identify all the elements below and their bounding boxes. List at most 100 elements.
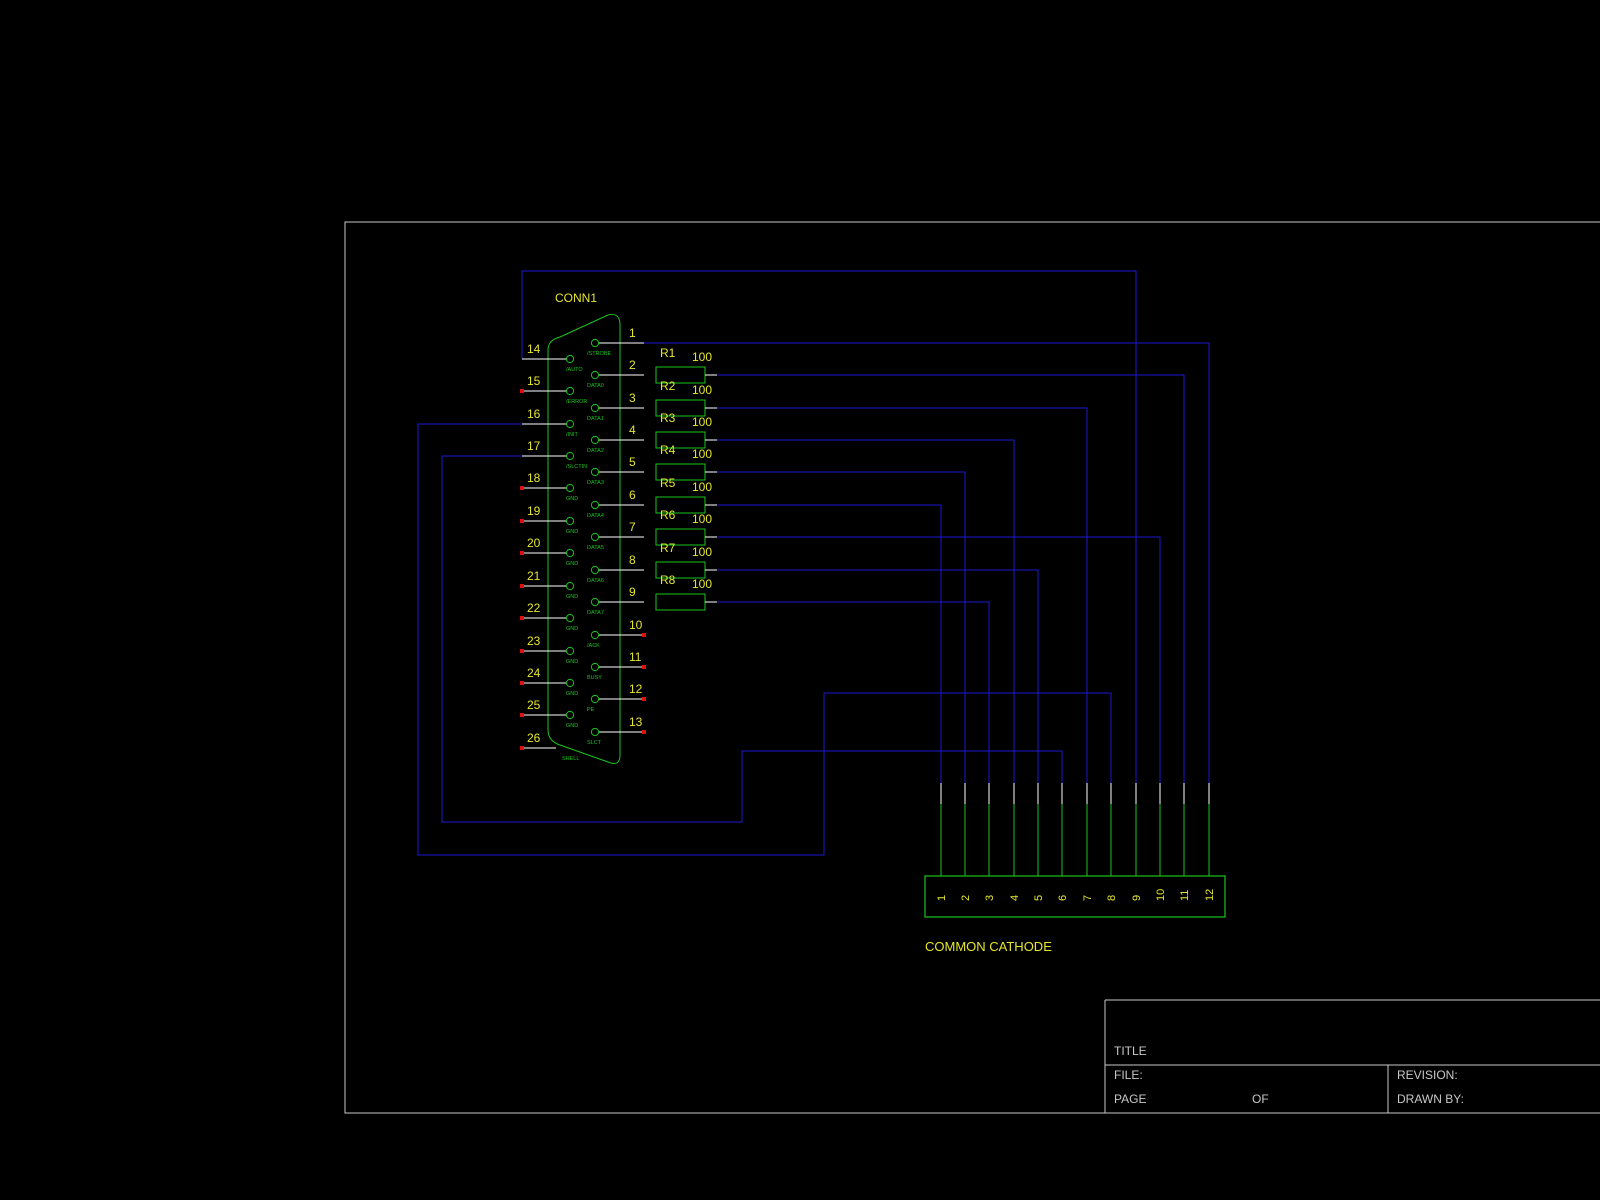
resistor-value: 100 [692, 545, 712, 559]
display-pin-number: 5 [1033, 895, 1045, 901]
no-connect-marker [642, 665, 646, 669]
pin-number: 13 [629, 715, 643, 729]
display-pin-number: 6 [1057, 895, 1069, 901]
pin-number: 11 [629, 650, 642, 664]
db25-connector-body [547, 314, 621, 764]
resistor-value: 100 [692, 480, 712, 494]
title-block [1104, 999, 1600, 1113]
pin-signal-label: GND [566, 496, 578, 502]
pin-number: 5 [629, 455, 636, 469]
title-block-page: PAGE [1114, 1092, 1146, 1106]
pin-circle [590, 435, 600, 445]
pin-circle [590, 338, 600, 348]
pin-circle [565, 613, 575, 623]
pin-signal-label: GND [566, 594, 578, 600]
pin-number: 1 [629, 326, 636, 340]
resistor-ref: R2 [660, 379, 676, 393]
display-pin-number: 12 [1204, 889, 1216, 901]
pin-number: 7 [629, 520, 636, 534]
resistor-ref: R6 [660, 508, 676, 522]
pin-number: 8 [629, 553, 636, 567]
pin-signal-label: DATA3 [587, 480, 604, 486]
pin-circle [565, 386, 575, 396]
pin-signal-label: GND [566, 529, 578, 535]
pin-signal-label: /AUTO [566, 367, 583, 373]
resistor-ref: R1 [660, 346, 676, 360]
pin-number: 23 [527, 634, 541, 648]
pin-signal-label: /ACK [587, 643, 600, 649]
pin-signal-label: GND [566, 659, 578, 665]
resistor-group: R1 100 R2 100 R3 100 R4 100 R5 100 R6 100 R7 100 R8 100 [655, 346, 717, 611]
pin-circle [590, 727, 600, 737]
pin-number: 12 [629, 682, 643, 696]
display-pin-number: 7 [1082, 895, 1094, 901]
resistor-value: 100 [692, 350, 712, 364]
display-pin-number: 4 [1009, 895, 1021, 901]
wire [717, 374, 1185, 783]
wire [717, 471, 966, 783]
pin-circle [565, 354, 575, 364]
pin-number: 24 [527, 666, 541, 680]
pin-number: 18 [527, 471, 541, 485]
no-connect-marker [520, 486, 524, 490]
title-block-file: FILE: [1114, 1068, 1143, 1082]
pin-signal-label: /ERROR [566, 399, 587, 405]
pin-signal-label: DATA5 [587, 545, 604, 551]
pin-number: 17 [527, 439, 541, 453]
resistor-value: 100 [692, 415, 712, 429]
pin-signal-label: DATA7 [587, 610, 604, 616]
pin-signal-label: DATA6 [587, 578, 604, 584]
title-block-revision: REVISION: [1397, 1068, 1458, 1082]
pin-number: 9 [629, 585, 636, 599]
wire [521, 270, 1137, 783]
pin-number: 20 [527, 536, 541, 550]
pin-circle [565, 646, 575, 656]
pin-circle [590, 694, 600, 704]
no-connect-marker [642, 633, 646, 637]
pin-number: 6 [629, 488, 636, 502]
no-connect-marker [520, 681, 524, 685]
resistor-body [655, 593, 706, 611]
pin-number: 2 [629, 358, 636, 372]
pin-circle [565, 483, 575, 493]
no-connect-marker [520, 584, 524, 588]
pin-signal-label: GND [566, 691, 578, 697]
pin-circle [590, 662, 600, 672]
pin-signal-label: SLCT [587, 740, 602, 746]
schematic-canvas: TITLE FILE: REVISION: PAGE OF DRAWN BY: … [344, 221, 1600, 1114]
pin-circle [590, 500, 600, 510]
resistor-ref: R4 [660, 443, 676, 457]
title-block-title: TITLE [1114, 1044, 1147, 1058]
display-label: COMMON CATHODE [925, 939, 1052, 954]
wire [717, 536, 1161, 783]
display-pin-number: 2 [960, 895, 972, 901]
pin-circle [565, 548, 575, 558]
no-connect-marker [520, 551, 524, 555]
no-connect-marker [642, 697, 646, 701]
pin-circle [590, 370, 600, 380]
resistor-value: 100 [692, 447, 712, 461]
pin-circle [590, 403, 600, 413]
display-pin-number: 11 [1179, 890, 1191, 901]
wire [717, 407, 1088, 783]
resistor-value: 100 [692, 577, 712, 591]
pin-circle [590, 532, 600, 542]
connector-pins: 1/STROBE 2 DATA0 3 DATA1 4 DATA2 5 DATA3 6 DATA4 7 D… [520, 326, 646, 762]
pin-number: 22 [527, 601, 541, 615]
pin-signal-label: GND [566, 626, 578, 632]
title-block-of: OF [1252, 1092, 1269, 1106]
pin-number: 19 [527, 504, 541, 518]
display-pins: 1 2 3 4 5 6 7 8 9 10 11 12 [936, 783, 1216, 901]
pin-signal-label: PE [587, 707, 595, 713]
pin-number: 16 [527, 407, 541, 421]
no-connect-marker [520, 389, 524, 393]
resistor-value: 100 [692, 383, 712, 397]
display-pin-number: 10 [1155, 889, 1167, 901]
no-connect-marker [642, 730, 646, 734]
no-connect-marker [520, 649, 524, 653]
pin-number: 15 [527, 374, 541, 388]
resistor-ref: R8 [660, 573, 676, 587]
wire [644, 342, 1210, 783]
pin-signal-label: DATA1 [587, 416, 604, 422]
pin-number: 10 [629, 618, 643, 632]
